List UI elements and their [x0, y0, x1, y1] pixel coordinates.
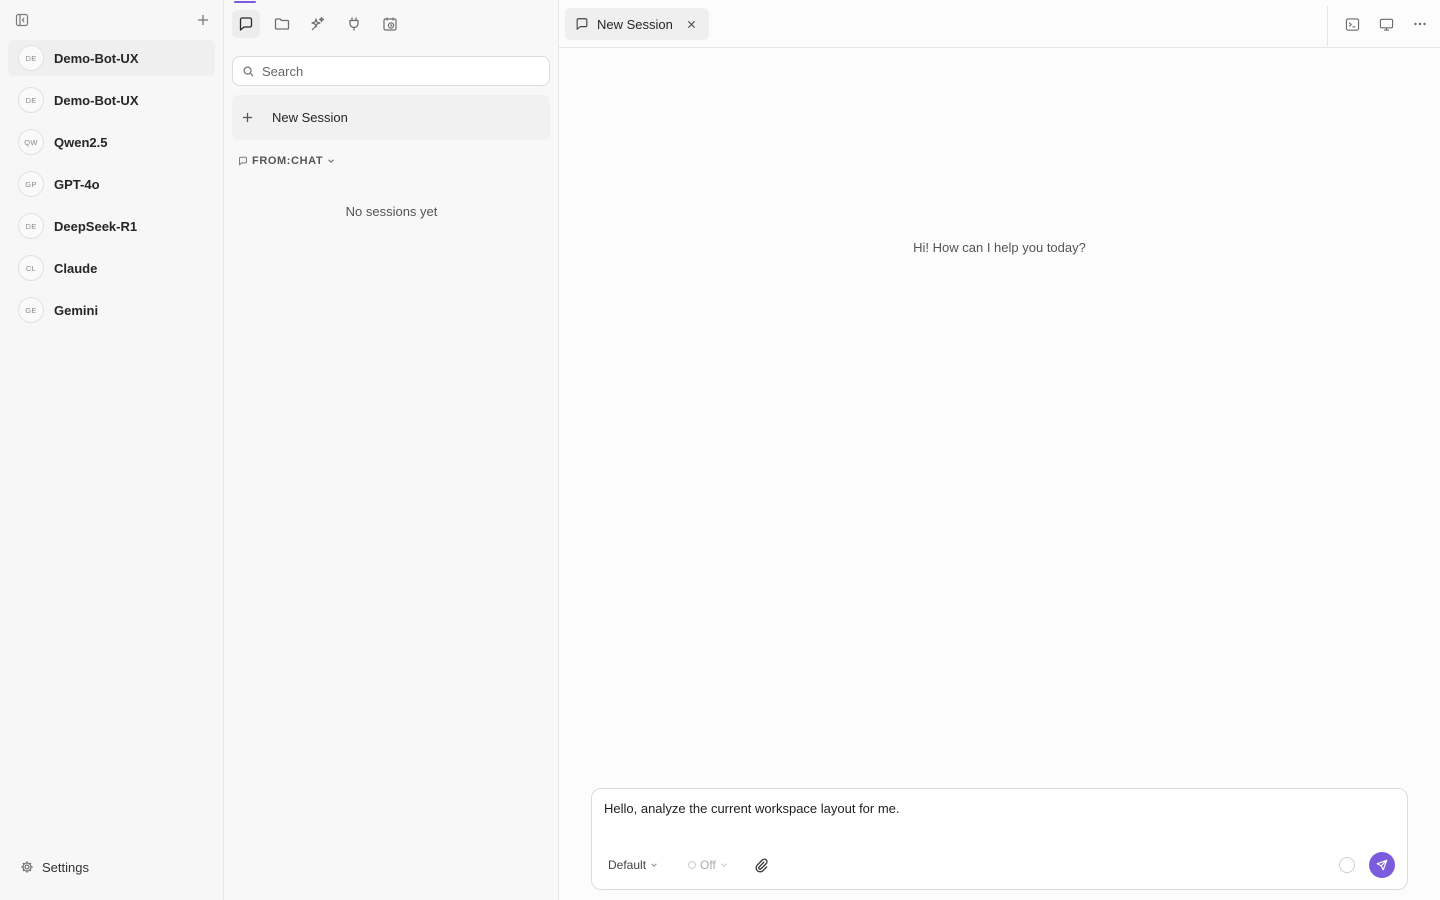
chat-bubble-icon: [238, 156, 248, 166]
plug-icon: [346, 16, 362, 32]
monitor-icon[interactable]: [1376, 14, 1396, 34]
agent-item-qwen[interactable]: QW Qwen2.5: [8, 124, 215, 160]
toggle-label: Off: [700, 858, 716, 872]
agent-item-gpt-4o[interactable]: GP GPT-4o: [8, 166, 215, 202]
tab-chat[interactable]: [232, 1, 260, 38]
agent-item-demo-bot-ux-2[interactable]: DE Demo-Bot-UX: [8, 82, 215, 118]
avatar: CL: [18, 255, 44, 281]
session-search[interactable]: [232, 56, 550, 86]
add-agent-icon[interactable]: [193, 10, 213, 30]
chat-bubble-icon: [238, 16, 254, 32]
plus-icon: [242, 112, 256, 123]
mode-label: Default: [608, 858, 647, 872]
tab-files[interactable]: [268, 10, 296, 38]
filter-label: FROM:CHAT: [252, 155, 324, 167]
empty-sessions-text: No sessions yet: [345, 204, 438, 219]
agent-name: Qwen2.5: [54, 134, 108, 150]
topbar-actions: [1342, 14, 1430, 34]
sidebar-header: [0, 0, 223, 40]
chevron-down-icon: [720, 861, 728, 869]
source-filter-dropdown[interactable]: FROM:CHAT: [238, 154, 335, 168]
more-options-icon[interactable]: [1410, 14, 1430, 34]
calendar-clock-icon: [382, 16, 398, 32]
chevron-down-icon: [327, 157, 335, 165]
greeting-text: Hi! How can I help you today?: [913, 240, 1086, 255]
avatar: GE: [18, 297, 44, 323]
agent-item-claude[interactable]: CL Claude: [8, 250, 215, 286]
paperclip-icon[interactable]: [752, 855, 772, 875]
terminal-icon[interactable]: [1342, 14, 1362, 34]
composer-toolbar: Default Off: [602, 852, 1395, 878]
agent-item-deepseek[interactable]: DE DeepSeek-R1: [8, 208, 215, 244]
tab-new-session[interactable]: New Session: [565, 8, 709, 40]
toggle-status-icon: [688, 861, 697, 869]
settings-label: Settings: [42, 859, 89, 875]
divider: [1327, 6, 1328, 46]
mode-dropdown[interactable]: Default: [602, 853, 664, 877]
search-icon: [243, 65, 254, 77]
agent-item-demo-bot-ux-1[interactable]: DE Demo-Bot-UX: [8, 40, 215, 76]
agent-name: Demo-Bot-UX: [54, 50, 139, 66]
agent-name: DeepSeek-R1: [54, 218, 138, 234]
tab-schedule[interactable]: [376, 10, 404, 38]
avatar: GP: [18, 171, 44, 197]
sparkles-icon: [310, 16, 326, 32]
new-session-button[interactable]: New Session: [232, 95, 550, 140]
avatar: DE: [18, 213, 44, 239]
gear-icon: [20, 860, 34, 874]
context-usage-indicator: [1339, 857, 1355, 873]
chat-bubble-icon: [575, 17, 589, 31]
collapse-sidebar-icon[interactable]: [12, 10, 32, 30]
avatar: DE: [18, 87, 44, 113]
message-composer: Hello, analyze the current workspace lay…: [591, 788, 1408, 890]
chat-main: New Session Hi! How can I help you today…: [559, 0, 1440, 900]
chevron-down-icon: [650, 861, 658, 869]
avatar: DE: [18, 45, 44, 71]
agent-name: Gemini: [54, 302, 99, 318]
agent-name: Claude: [54, 260, 98, 276]
agent-list: DE Demo-Bot-UX DE Demo-Bot-UX QW Qwen2.5…: [0, 40, 223, 328]
folder-icon: [274, 16, 290, 32]
avatar: QW: [18, 129, 44, 155]
topbar: New Session: [559, 0, 1440, 48]
new-session-label: New Session: [272, 110, 348, 125]
thinking-toggle-dropdown[interactable]: Off: [682, 853, 734, 877]
close-icon[interactable]: [685, 17, 699, 31]
agent-item-gemini[interactable]: GE Gemini: [8, 292, 215, 328]
send-button[interactable]: [1369, 852, 1395, 878]
tab-label: New Session: [597, 16, 673, 32]
tab-skills[interactable]: [304, 10, 332, 38]
agent-name: Demo-Bot-UX: [54, 92, 139, 108]
search-input[interactable]: [262, 63, 532, 79]
agent-name: GPT-4o: [54, 176, 100, 192]
message-input[interactable]: Hello, analyze the current workspace lay…: [604, 801, 1394, 841]
tab-plugins[interactable]: [340, 10, 368, 38]
agent-sidebar: DE Demo-Bot-UX DE Demo-Bot-UX QW Qwen2.5…: [0, 0, 224, 900]
send-icon: [1376, 859, 1388, 871]
settings-button[interactable]: Settings: [12, 854, 97, 880]
panel-tabs: [224, 0, 558, 48]
sessions-panel: New Session FROM:CHAT No sessions yet: [224, 0, 559, 900]
